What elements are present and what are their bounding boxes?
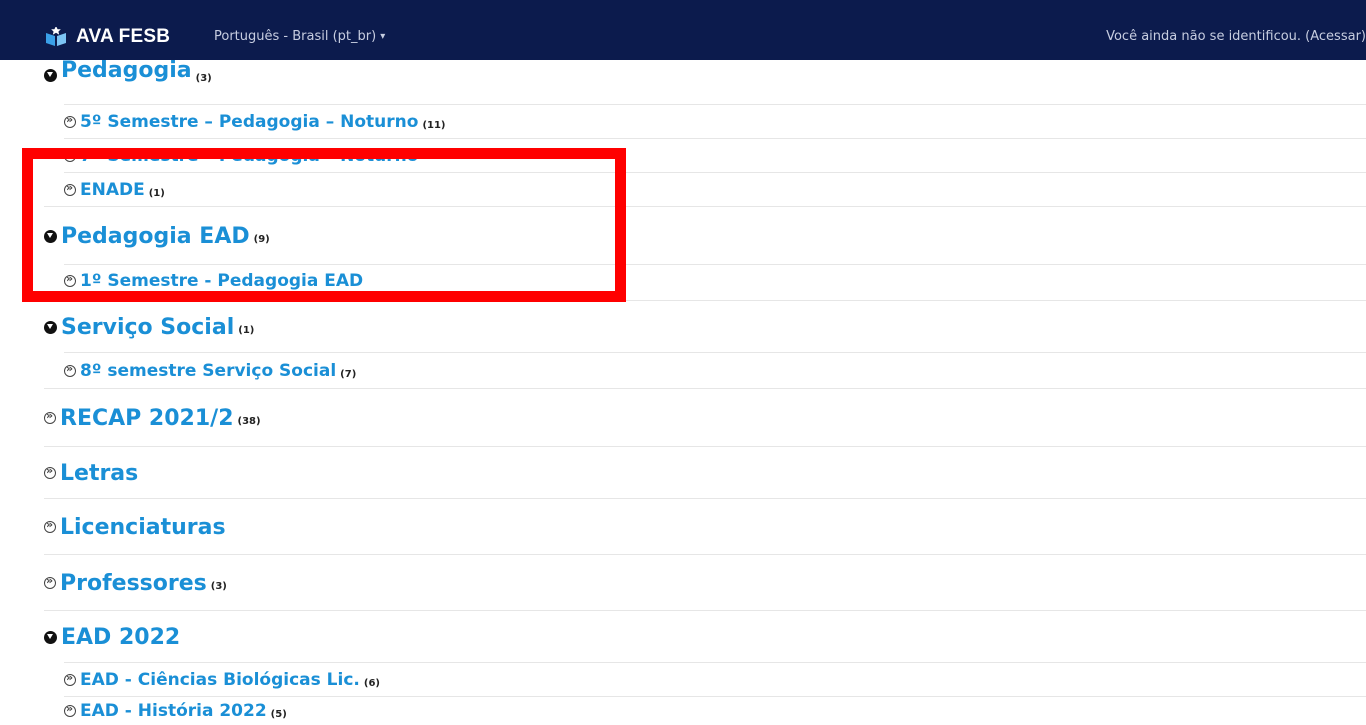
category-title[interactable]: ENADE [80, 180, 145, 200]
category-list: Pedagogia (3) 5º Semestre – Pedagogia – … [0, 0, 1366, 724]
category-professores[interactable]: Professores (3) [44, 554, 1366, 611]
course-count: (7) [340, 368, 357, 380]
subcategory-5-semestre[interactable]: 5º Semestre – Pedagogia – Noturno (11) [64, 104, 1366, 139]
category-pedagogia-ead[interactable]: Pedagogia EAD (9) [44, 206, 1366, 265]
double-chevron-right-icon [64, 113, 76, 128]
category-title[interactable]: 1º Semestre - Pedagogia EAD [80, 271, 363, 291]
chevron-down-icon [44, 229, 57, 243]
top-navbar: AVA FESB Português - Brasil (pt_br) ▾ Voc… [0, 0, 1366, 60]
double-chevron-right-icon [44, 518, 56, 533]
subcategory-1-semestre-ead[interactable]: 1º Semestre - Pedagogia EAD [64, 264, 1366, 297]
course-count: (38) [237, 415, 261, 427]
chevron-down-icon [44, 630, 57, 644]
double-chevron-right-icon [64, 181, 76, 196]
course-count: (3) [195, 72, 212, 84]
language-menu[interactable]: Português - Brasil (pt_br) ▾ [214, 29, 385, 44]
subcategory-enade[interactable]: ENADE (1) [64, 172, 1366, 207]
category-title[interactable]: Pedagogia EAD [61, 224, 250, 249]
course-count: (1) [148, 187, 165, 199]
category-title[interactable]: EAD - História 2022 [80, 701, 267, 721]
double-chevron-right-icon [44, 409, 56, 424]
category-licenciaturas[interactable]: Licenciaturas [44, 498, 1366, 555]
category-title[interactable]: 8º semestre Serviço Social [80, 361, 336, 381]
category-title[interactable]: 7º Semestre – Pedagogia – Noturno [80, 146, 418, 166]
double-chevron-right-icon [64, 272, 76, 287]
category-recap[interactable]: RECAP 2021/2 (38) [44, 388, 1366, 447]
course-count: (9) [253, 233, 270, 245]
double-chevron-right-icon [64, 147, 76, 162]
double-chevron-right-icon [64, 671, 76, 686]
subcategory-ead-historia[interactable]: EAD - História 2022 (5) [64, 696, 1366, 725]
subcategory-7-semestre[interactable]: 7º Semestre – Pedagogia – Noturno [64, 138, 1366, 173]
category-title[interactable]: Serviço Social [61, 315, 234, 340]
category-title[interactable]: 5º Semestre – Pedagogia – Noturno [80, 112, 418, 132]
double-chevron-right-icon [44, 574, 56, 589]
brand-logo-icon [46, 27, 66, 46]
course-count: (5) [270, 708, 287, 720]
category-title[interactable]: Letras [60, 461, 138, 486]
brand-link[interactable]: AVA FESB [44, 25, 170, 49]
category-title[interactable]: Professores [60, 571, 207, 596]
category-title[interactable]: EAD 2022 [61, 625, 180, 650]
category-title[interactable]: EAD - Ciências Biológicas Lic. [80, 670, 360, 690]
caret-down-icon: ▾ [380, 31, 386, 42]
category-letras[interactable]: Letras [44, 446, 1366, 499]
brand-name: AVA FESB [76, 26, 171, 47]
category-servico-social[interactable]: Serviço Social (1) [44, 300, 1366, 353]
subcategory-8-semestre[interactable]: 8º semestre Serviço Social (7) [64, 352, 1366, 389]
double-chevron-right-icon [64, 702, 76, 717]
category-title[interactable]: Licenciaturas [60, 515, 226, 540]
course-count: (1) [238, 324, 255, 336]
category-title[interactable]: RECAP 2021/2 [60, 406, 234, 431]
chevron-down-icon [44, 320, 57, 334]
login-message[interactable]: Você ainda não se identificou. (Acessar) [1106, 29, 1366, 44]
category-pedagogia[interactable]: Pedagogia (3) [44, 58, 1366, 90]
category-ead-2022[interactable]: EAD 2022 [44, 610, 1366, 663]
login-text: Você ainda não se identificou. (Acessar) [1106, 29, 1366, 44]
language-label: Português - Brasil (pt_br) [214, 29, 377, 44]
double-chevron-right-icon [64, 362, 76, 377]
chevron-down-icon [44, 68, 57, 82]
course-count: (11) [422, 119, 446, 131]
double-chevron-right-icon [44, 464, 56, 479]
subcategory-ead-ciencias-biologicas[interactable]: EAD - Ciências Biológicas Lic. (6) [64, 662, 1366, 697]
course-count: (6) [363, 677, 380, 689]
category-title[interactable]: Pedagogia [61, 58, 192, 83]
course-count: (3) [210, 580, 227, 592]
